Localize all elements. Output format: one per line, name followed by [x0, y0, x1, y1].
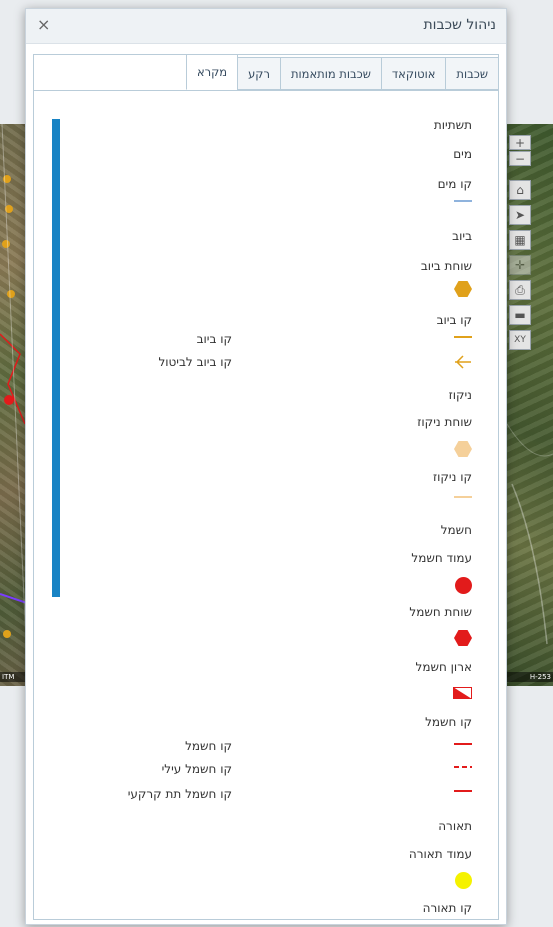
electric-line-symbol: [454, 743, 472, 745]
legend-group-infrastructure: תשתיות: [433, 118, 472, 132]
home-icon[interactable]: ⌂: [509, 180, 531, 200]
legend-item-drainage-shaft: שוחת ניקוז: [417, 415, 472, 429]
legend-item-light-pole: עמוד תאורה: [408, 847, 472, 861]
legend-group-electricity: חשמל: [440, 523, 472, 537]
legend-subitem-electric-line: קו חשמל: [185, 739, 232, 753]
legend-item-light-line: קו תאורה: [422, 901, 472, 915]
xy-coordinates-icon[interactable]: XY: [509, 330, 531, 350]
legend-subitem-sewage-line: קו ביוב: [196, 332, 232, 346]
electric-pole-symbol: [455, 577, 472, 594]
electric-shaft-symbol: [454, 630, 472, 646]
close-icon[interactable]: ×: [37, 15, 50, 34]
ruler-icon[interactable]: ▬: [509, 305, 531, 325]
legend-item-water-line: קו מים: [437, 177, 472, 191]
tab-legend[interactable]: מקרא: [185, 54, 239, 90]
dialog-titlebar[interactable]: ניהול שכבות ×: [26, 9, 506, 44]
sewage-line-symbol: [454, 336, 472, 338]
drainage-shaft-symbol: [454, 441, 472, 457]
legend-item-drainage-line: קו ניקוז: [432, 470, 472, 484]
legend-group-sewage: ביוב: [452, 229, 472, 243]
minus-icon[interactable]: −: [509, 151, 531, 166]
tab-layers[interactable]: שכבות: [445, 57, 499, 90]
legend-subitem-electric-underground: קו חשמל תת קרקעי: [127, 787, 232, 801]
legend-group-drainage: ניקוז: [448, 388, 472, 402]
tab-custom-layers[interactable]: שכבות מותאמות: [279, 57, 382, 90]
layers-icon[interactable]: ▦: [509, 230, 531, 250]
legend-item-sewage-shaft: שוחת ביוב: [420, 259, 472, 273]
legend-item-electric-line: קו חשמל: [425, 715, 472, 729]
crosshair-icon[interactable]: ✛: [509, 255, 531, 275]
map-coordinate-text: H-253: [507, 672, 553, 682]
legend-group-lighting: תאורה: [438, 819, 472, 833]
plus-icon[interactable]: +: [509, 135, 531, 150]
tab-background[interactable]: רקע: [237, 57, 281, 90]
legend-subitem-sewage-cancel: קו ביוב לביטול: [158, 355, 232, 369]
legend-group-water: מים: [453, 147, 472, 161]
layer-management-dialog: ניהול שכבות × שכבות אוטוקאד שכבות מותאמו…: [25, 8, 507, 925]
scrollbar-thumb[interactable]: [52, 119, 60, 597]
sewage-shaft-symbol: [454, 281, 472, 297]
tabs-panel: שכבות אוטוקאד שכבות מותאמות רקע מקרא תשת…: [33, 54, 499, 920]
legend-item-sewage-line: קו ביוב: [436, 313, 472, 327]
sewage-cancel-arrow-icon: [454, 354, 472, 369]
water-line-symbol: [454, 200, 472, 202]
electric-cabinet-symbol: [453, 684, 472, 699]
legend-content[interactable]: תשתיות מים קו מים ביוב שוחת ביוב קו ביוב…: [34, 90, 498, 919]
tab-autocad[interactable]: אוטוקאד: [380, 57, 447, 90]
navigation-icon[interactable]: ➤: [509, 205, 531, 225]
drainage-line-symbol: [454, 496, 472, 498]
map-toolbar: + − ⌂ ➤ ▦ ✛ ⎙ ▬ XY: [509, 135, 533, 355]
electric-overhead-line-symbol: [454, 766, 472, 768]
legend-item-electric-pole: עמוד חשמל: [411, 551, 472, 565]
legend-subitem-electric-overhead: קו חשמל עילי: [161, 762, 232, 776]
legend-item-electric-cabinet: ארון חשמל: [415, 660, 472, 674]
legend-item-electric-shaft: שוחת חשמל: [409, 605, 472, 619]
electric-underground-line-symbol: [454, 790, 472, 792]
light-pole-symbol: [455, 872, 472, 889]
tab-bar: שכבות אוטוקאד שכבות מותאמות רקע מקרא: [185, 54, 499, 90]
dialog-title: ניהול שכבות: [423, 17, 496, 33]
print-icon[interactable]: ⎙: [509, 280, 531, 300]
